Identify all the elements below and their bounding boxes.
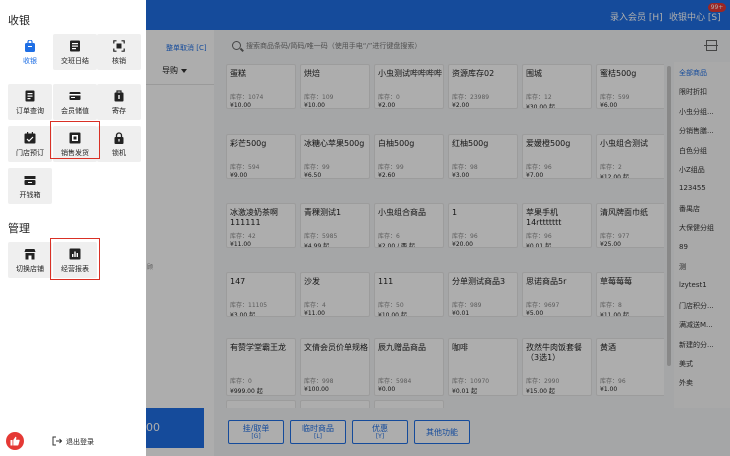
menu-cash-drawer[interactable]: 开钱箱: [8, 168, 52, 204]
menu-cash-drawer-label: 开钱箱: [19, 191, 41, 199]
menu-member-recharge-label: 会员储值: [61, 107, 89, 115]
menu-order-query[interactable]: 订单查询: [8, 84, 52, 120]
shift-report-icon: [70, 40, 80, 52]
menu-storage-label: 寄存: [112, 107, 126, 115]
logout-icon: [52, 436, 63, 446]
menu-lock-screen[interactable]: 锁机: [97, 126, 141, 162]
modal-overlay[interactable]: [146, 0, 730, 456]
switch-store-icon: [24, 249, 36, 260]
menu-verify-label: 核销: [112, 57, 126, 65]
cash-drawer-icon: [24, 176, 36, 185]
business-report-highlight: [50, 238, 100, 280]
lock-icon: [114, 132, 124, 144]
logout-label: 退出登录: [66, 438, 94, 446]
store-booking-icon: [24, 132, 36, 144]
menu-verify[interactable]: 核销: [97, 34, 141, 70]
locker-icon: [114, 90, 124, 102]
shopping-bag-icon: [25, 40, 35, 52]
sales-shipping-highlight: [50, 121, 100, 159]
main-menu-drawer: 收银 收银 交班日结 核销 订单查询 会员储值 寄存 门店预订 销售发货 锁机 …: [0, 0, 146, 456]
logout-button[interactable]: 退出登录: [52, 436, 94, 448]
order-list-icon: [25, 90, 35, 102]
manage-section-title: 管理: [8, 222, 30, 235]
menu-cashier-label: 收银: [23, 57, 37, 65]
menu-shift-report[interactable]: 交班日结: [53, 34, 97, 70]
member-card-icon: [69, 92, 81, 100]
cashier-section-title: 收银: [8, 14, 30, 27]
menu-storage[interactable]: 寄存: [97, 84, 141, 120]
menu-switch-store[interactable]: 切换店铺: [8, 242, 52, 278]
menu-order-query-label: 订单查询: [16, 107, 44, 115]
menu-shift-report-label: 交班日结: [61, 57, 89, 65]
menu-store-booking[interactable]: 门店预订: [8, 126, 52, 162]
menu-store-booking-label: 门店预订: [16, 149, 44, 157]
menu-cashier[interactable]: 收银: [8, 34, 52, 70]
menu-member-recharge[interactable]: 会员储值: [53, 84, 97, 120]
menu-switch-store-label: 切换店铺: [16, 265, 44, 273]
menu-lock-screen-label: 锁机: [112, 149, 126, 157]
scan-verify-icon: [113, 40, 125, 52]
feedback-button[interactable]: [6, 432, 24, 450]
thumbs-up-icon: [10, 436, 20, 446]
